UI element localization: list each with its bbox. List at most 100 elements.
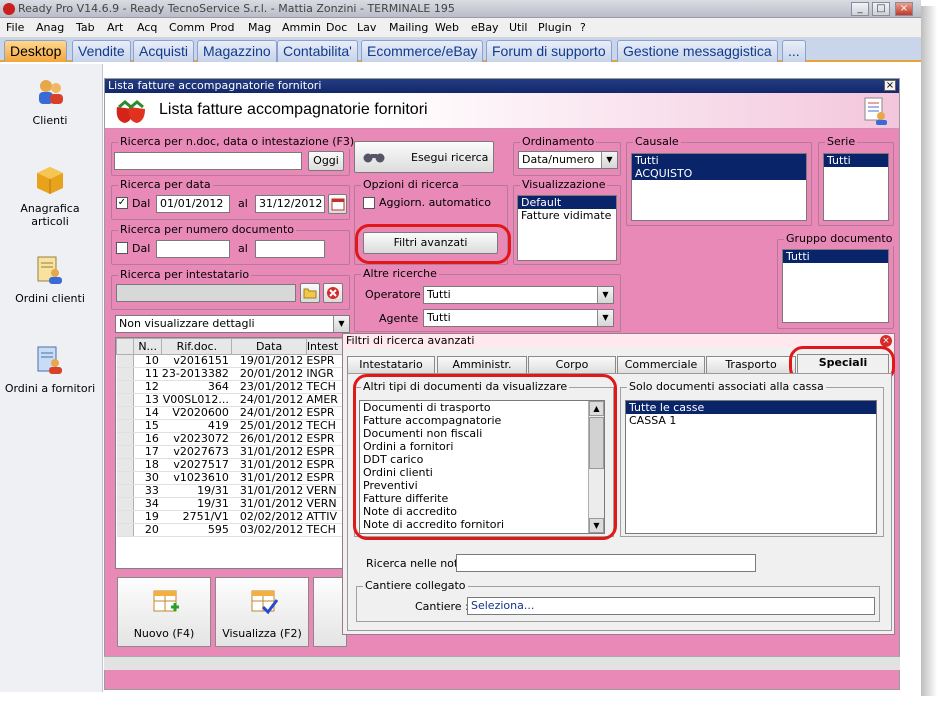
menu-help[interactable]: ? (580, 21, 586, 34)
sidebar-item-ordini-clienti[interactable]: Ordini clienti (0, 254, 100, 305)
child-close-icon[interactable]: × (884, 80, 896, 91)
row-selector[interactable] (116, 432, 134, 446)
column-header[interactable]: N... (132, 338, 163, 355)
sidebar-item-clienti[interactable]: Clienti (0, 76, 100, 127)
menu-mag[interactable]: Mag (248, 21, 271, 34)
tab-desktop[interactable]: Desktop (4, 40, 68, 62)
table-row[interactable]: 19 2751/V1 02/02/2012 ATTIV (116, 510, 346, 524)
row-selector[interactable] (116, 393, 134, 407)
clear-icon[interactable] (323, 283, 343, 303)
tab-acquisti[interactable]: Acquisti (133, 40, 195, 62)
date-checkbox[interactable]: ✓ (116, 197, 128, 209)
menu-art[interactable]: Art (107, 21, 123, 34)
list-item[interactable]: DDT carico (360, 453, 588, 466)
tab-contabilita[interactable]: Contabilita' (277, 40, 358, 62)
menu-acq[interactable]: Acq (137, 21, 157, 34)
documents-table[interactable]: N... Rif.doc. Data Intest 10 v2016151 19/0… (115, 337, 347, 569)
date-to-input[interactable]: 31/12/2012 (255, 195, 325, 213)
tab-more[interactable]: ... (782, 40, 806, 62)
menu-ammin[interactable]: Ammin (282, 21, 321, 34)
list-item[interactable]: Default (518, 196, 616, 209)
menu-tab[interactable]: Tab (76, 21, 95, 34)
row-selector[interactable] (116, 484, 134, 498)
row-selector[interactable] (116, 497, 134, 511)
tab-ecommerce[interactable]: Ecommerce/eBay (361, 40, 484, 62)
tab-messaggistica[interactable]: Gestione messaggistica (617, 40, 778, 62)
list-item[interactable]: CASSA 1 (626, 414, 876, 427)
ordering-select[interactable]: Data/numero ▼ (518, 151, 618, 169)
list-item[interactable]: Documenti di trasporto (360, 401, 588, 414)
table-row[interactable]: 12 364 23/01/2012 TECH (116, 380, 346, 394)
ndoc-search-input[interactable] (114, 152, 302, 170)
adv-tab-intestatario[interactable]: Intestatario (347, 356, 435, 373)
auto-update-checkbox[interactable] (363, 197, 375, 209)
list-item[interactable]: Tutti (824, 154, 888, 167)
list-item[interactable]: Ordini clienti (360, 466, 588, 479)
new-button[interactable]: Nuovo (F4) (117, 577, 211, 647)
row-selector[interactable] (116, 367, 134, 381)
operator-select[interactable]: Tutti ▼ (423, 286, 614, 304)
adv-tab-amministr[interactable]: Amministr. (437, 356, 527, 373)
list-item[interactable]: Tutti (632, 154, 806, 167)
num-checkbox[interactable] (116, 242, 128, 254)
list-item[interactable]: Fatture differite (360, 492, 588, 505)
table-row[interactable]: 14 V2020600 24/01/2012 ESPR (116, 406, 346, 420)
menu-doc[interactable]: Doc (326, 21, 347, 34)
menu-comm[interactable]: Comm (169, 21, 205, 34)
row-selector[interactable] (116, 523, 134, 537)
sidebar-item-articoli[interactable]: Anagrafica articoli (0, 164, 100, 228)
run-search-button[interactable]: Esegui ricerca (354, 141, 494, 173)
list-item[interactable]: Ordini a fornitori (360, 440, 588, 453)
scroll-down-icon[interactable]: ▼ (589, 518, 604, 533)
menu-lav[interactable]: Lav (357, 21, 376, 34)
scroll-up-icon[interactable]: ▲ (589, 401, 604, 416)
list-item[interactable]: Fatture accompagnatorie (360, 414, 588, 427)
adv-tab-commerciale[interactable]: Commerciale (617, 356, 705, 373)
adv-tab-speciali[interactable]: Speciali (797, 354, 889, 374)
column-header[interactable]: Rif.doc. (161, 338, 233, 355)
num-from-input[interactable] (156, 240, 230, 258)
tab-forum[interactable]: Forum di supporto (486, 40, 612, 62)
row-selector[interactable] (116, 354, 134, 368)
menu-mailing[interactable]: Mailing (389, 21, 428, 34)
tab-magazzino[interactable]: Magazzino (197, 40, 277, 62)
list-item[interactable]: Documenti non fiscali (360, 427, 588, 440)
minimize-icon[interactable]: _ (851, 2, 869, 16)
table-row[interactable]: 34 19/31 31/01/2012 VERN (116, 497, 346, 511)
table-row[interactable]: 30 v1023610 31/01/2012 ESPR (116, 471, 346, 485)
row-selector[interactable] (116, 380, 134, 394)
date-from-input[interactable]: 01/01/2012 (156, 195, 230, 213)
list-item[interactable]: Tutte le casse (626, 401, 876, 414)
list-item[interactable]: Tutti (783, 250, 888, 263)
causale-list[interactable]: Tutti ACQUISTO (631, 153, 807, 221)
menu-plugin[interactable]: Plugin (538, 21, 572, 34)
row-selector[interactable] (116, 445, 134, 459)
report-icon[interactable] (863, 96, 889, 126)
owner-input[interactable] (116, 284, 296, 302)
tab-vendite[interactable]: Vendite (72, 40, 131, 62)
menu-util[interactable]: Util (509, 21, 527, 34)
table-row[interactable]: 20 595 03/02/2012 TECH (116, 523, 346, 537)
menu-web[interactable]: Web (435, 21, 459, 34)
table-row[interactable]: 13 V00SL012... 24/01/2012 AMER (116, 393, 346, 407)
adv-tab-trasporto[interactable]: Trasporto (706, 356, 796, 373)
menu-ebay[interactable]: eBay (471, 21, 499, 34)
scrollbar[interactable]: ▲ ▼ (588, 401, 604, 533)
details-select[interactable]: Non visualizzare dettagli ▼ (115, 315, 350, 333)
close-icon[interactable]: × (880, 335, 892, 347)
agent-select[interactable]: Tutti ▼ (423, 309, 614, 327)
maximize-icon[interactable]: □ (872, 2, 890, 16)
table-row[interactable]: 17 v2027673 31/01/2012 ESPR (116, 445, 346, 459)
folder-icon[interactable] (300, 283, 320, 303)
menu-anag[interactable]: Anag (36, 21, 64, 34)
sidebar-item-ordini-fornitori[interactable]: Ordini a fornitori (0, 344, 100, 395)
menu-file[interactable]: File (6, 21, 24, 34)
list-item[interactable]: Note di accredito (360, 505, 588, 518)
doc-types-list[interactable]: Documenti di trasporto Fatture accompagna… (359, 400, 605, 534)
table-row[interactable]: 15 419 25/01/2012 TECH (116, 419, 346, 433)
table-row[interactable]: 11 23-2013382 20/01/2012 INGR (116, 367, 346, 381)
serie-list[interactable]: Tutti (823, 153, 889, 221)
calendar-icon[interactable] (328, 194, 347, 214)
num-to-input[interactable] (255, 240, 325, 258)
list-item[interactable]: Note di accredito fornitori (360, 518, 588, 531)
